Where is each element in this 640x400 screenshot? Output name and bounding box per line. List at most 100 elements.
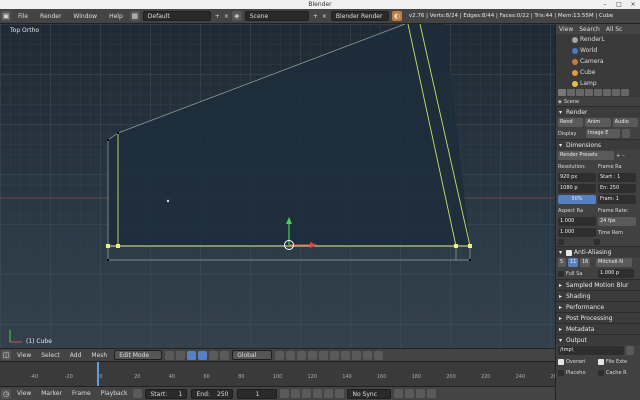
keying-set-icon[interactable] [405, 389, 415, 398]
current-frame-field[interactable]: 1 [237, 388, 278, 399]
menu-help[interactable]: Help [103, 13, 129, 20]
data-tab-icon[interactable] [612, 88, 620, 96]
orientation-select[interactable]: Global [232, 350, 273, 360]
file-extensions-checkbox[interactable] [598, 358, 604, 365]
jump-end-icon[interactable] [335, 389, 345, 398]
prev-keyframe-icon[interactable] [291, 389, 301, 398]
placeholders-checkbox[interactable] [558, 369, 564, 376]
frame-start-field[interactable]: Start : 1 [598, 173, 636, 182]
menu-window[interactable]: Window [67, 13, 103, 20]
crop-checkbox[interactable] [594, 239, 600, 245]
scene-icon[interactable]: ◈ [231, 11, 242, 21]
menu-playback[interactable]: Playback [96, 390, 133, 397]
menu-frame[interactable]: Frame [67, 390, 96, 397]
panel-performance-header[interactable]: Performance [556, 301, 640, 313]
insert-key-icon[interactable] [416, 389, 426, 398]
vertex-select-icon[interactable] [286, 350, 296, 360]
play-icon[interactable] [313, 389, 323, 398]
proportional-icon[interactable] [330, 350, 340, 360]
aa-samples-5[interactable]: 5 [558, 258, 566, 267]
aa-filter-size-field[interactable]: 1.000 p [598, 269, 634, 278]
editor-type-icon[interactable]: ◫ [1, 350, 11, 360]
aa-filter-select[interactable]: Mitchell-N [596, 258, 632, 267]
border-checkbox[interactable] [558, 239, 564, 245]
panel-output-header[interactable]: Output [556, 334, 640, 346]
panel-metadata-header[interactable]: Metadata [556, 323, 640, 335]
object-tab-icon[interactable] [594, 88, 602, 96]
render-audio-button[interactable]: Audio [612, 118, 638, 127]
editor-type-icon[interactable]: ▣ [1, 11, 11, 21]
shading-icon[interactable] [165, 350, 175, 360]
delete-key-icon[interactable] [427, 389, 437, 398]
start-frame-field[interactable]: Start: 1 [145, 388, 188, 399]
modifiers-tab-icon[interactable] [603, 88, 611, 96]
render-preview-icon[interactable] [363, 350, 373, 360]
render-image-button[interactable]: Rend [558, 118, 584, 127]
maximize-button[interactable]: □ [612, 0, 626, 9]
menu-mesh[interactable]: Mesh [86, 352, 112, 359]
frame-rate-select[interactable]: 24 fps [598, 217, 636, 226]
add-layout-icon[interactable]: + [213, 13, 222, 20]
3d-viewport[interactable]: Top Ortho (1) Cube [0, 24, 555, 348]
display-lock-icon[interactable] [622, 129, 630, 138]
manipulator-toggle-icon[interactable] [187, 350, 197, 360]
close-button[interactable]: × [626, 0, 640, 9]
snap-icon[interactable] [341, 350, 351, 360]
viewport-canvas[interactable] [0, 24, 555, 348]
full-sample-checkbox[interactable] [558, 270, 564, 277]
overwrite-checkbox[interactable] [558, 358, 564, 365]
add-preset-icon[interactable]: + [616, 153, 620, 159]
remove-layout-icon[interactable]: × [222, 13, 231, 20]
preview-range-icon[interactable] [133, 389, 143, 398]
remove-scene-icon[interactable]: × [320, 13, 329, 20]
outliner-item-renderlayers[interactable]: RenderL [556, 34, 640, 45]
panel-shading-header[interactable]: Shading [556, 290, 640, 302]
render-layers-tab-icon[interactable] [567, 88, 575, 96]
aa-samples-16[interactable]: 16 [580, 258, 590, 267]
panel-render-header[interactable]: Render [556, 106, 640, 118]
outliner-tab-view[interactable]: View [556, 26, 576, 33]
end-frame-field[interactable]: End: 250 [191, 388, 234, 399]
anti-aliasing-checkbox[interactable] [566, 249, 572, 256]
panel-post-processing-header[interactable]: Post Processing [556, 312, 640, 324]
panel-motion-blur-header[interactable]: Sampled Motion Blur [556, 279, 640, 291]
translate-icon[interactable] [198, 350, 208, 360]
menu-add[interactable]: Add [65, 352, 87, 359]
properties-editor[interactable]: ◈ Scene Render Rend Anim Audio Display I… [555, 87, 640, 400]
menu-view[interactable]: View [12, 352, 36, 359]
play-reverse-icon[interactable] [302, 389, 312, 398]
jump-start-icon[interactable] [280, 389, 290, 398]
next-keyframe-icon[interactable] [324, 389, 334, 398]
outliner-tab-search[interactable]: Search [576, 26, 603, 33]
aspect-x-field[interactable]: 1.000 [558, 217, 596, 226]
opengl-render-icon[interactable] [374, 350, 384, 360]
editor-type-icon[interactable]: ◷ [1, 388, 11, 399]
frame-end-field[interactable]: En: 250 [598, 184, 636, 193]
outliner-item-world[interactable]: World [556, 45, 640, 56]
outliner[interactable]: View Search All Sc RenderL World Camera … [555, 24, 640, 87]
rotate-icon[interactable] [209, 350, 219, 360]
outliner-item-cube[interactable]: Cube [556, 67, 640, 78]
output-path-field[interactable]: /tmp\ [558, 346, 624, 355]
face-select-icon[interactable] [308, 350, 318, 360]
panel-dimensions-header[interactable]: Dimensions [556, 139, 640, 151]
aspect-y-field[interactable]: 1.000 [558, 228, 596, 237]
panel-anti-aliasing-header[interactable]: Anti-Aliasing [556, 246, 640, 258]
resolution-x-field[interactable]: 920 px [558, 173, 596, 182]
scale-icon[interactable] [220, 350, 230, 360]
folder-icon[interactable] [626, 346, 634, 355]
occlude-icon[interactable] [319, 350, 329, 360]
render-presets-select[interactable]: Render Presets [558, 151, 614, 160]
menu-marker[interactable]: Marker [36, 390, 67, 397]
remove-preset-icon[interactable]: – [622, 153, 625, 159]
layout-icon[interactable]: ▦ [129, 11, 140, 21]
display-select[interactable]: Image E [586, 129, 620, 138]
mode-select[interactable]: Edit Mode [114, 350, 163, 360]
aa-samples-11[interactable]: 11 [568, 258, 578, 267]
timeline[interactable]: -40-200204060801001201401601802002202402… [0, 361, 560, 387]
add-scene-icon[interactable]: + [311, 13, 320, 20]
world-tab-icon[interactable] [585, 88, 593, 96]
menu-render[interactable]: Render [34, 13, 67, 20]
outliner-item-camera[interactable]: Camera [556, 56, 640, 67]
cache-result-checkbox[interactable] [598, 369, 604, 376]
